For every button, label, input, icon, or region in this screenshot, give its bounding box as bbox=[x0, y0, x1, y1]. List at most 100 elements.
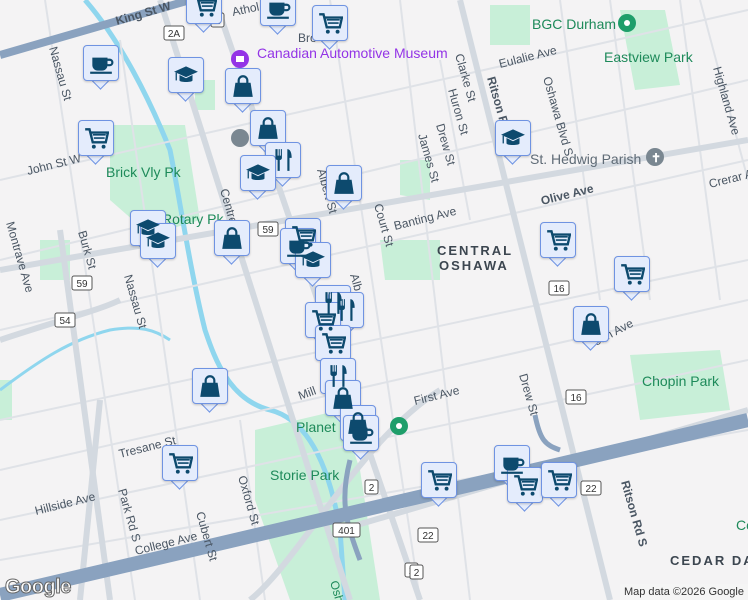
coffee-icon bbox=[350, 427, 374, 444]
cart-marker[interactable] bbox=[507, 467, 543, 513]
bag-marker[interactable] bbox=[326, 165, 362, 211]
street-label: Nassau St bbox=[46, 45, 75, 103]
bag-marker[interactable] bbox=[573, 306, 609, 352]
bag-marker[interactable] bbox=[225, 68, 261, 114]
cart-icon bbox=[169, 453, 193, 474]
marker-box bbox=[326, 165, 362, 201]
route-shield-label: 59 bbox=[262, 225, 274, 236]
landmark-icon[interactable] bbox=[231, 129, 249, 147]
marker-box bbox=[343, 415, 379, 451]
marker-box bbox=[162, 445, 198, 481]
park-label: Chopin Park bbox=[642, 373, 720, 389]
map-attribution[interactable]: Map data ©2026 Google bbox=[619, 584, 748, 600]
cart-marker[interactable] bbox=[312, 5, 348, 51]
church-label[interactable]: St. Hedwig Parish bbox=[530, 151, 641, 167]
school-marker[interactable] bbox=[295, 242, 331, 288]
ramp bbox=[532, 414, 561, 453]
cart-icon bbox=[547, 230, 571, 251]
cart-icon bbox=[322, 333, 346, 354]
route-shield: 2A bbox=[163, 25, 185, 41]
school-marker[interactable] bbox=[495, 120, 531, 166]
coffee-marker[interactable] bbox=[260, 0, 296, 36]
cart-icon bbox=[514, 475, 538, 496]
street-label: Drew St bbox=[516, 372, 541, 418]
street-label: Highland Ave bbox=[710, 65, 743, 137]
pin-dot bbox=[624, 20, 630, 26]
route-shield-label: 2 bbox=[414, 568, 420, 579]
marker-box bbox=[192, 368, 228, 404]
park-label: Eastview Park bbox=[604, 49, 694, 65]
bag-marker[interactable] bbox=[192, 368, 228, 414]
marker-box bbox=[78, 120, 114, 156]
cart-marker[interactable] bbox=[162, 445, 198, 491]
coffee-marker[interactable] bbox=[343, 415, 379, 461]
bag-marker[interactable] bbox=[214, 220, 250, 266]
route-shield-label: 2A bbox=[168, 29, 181, 40]
restaurant-icon bbox=[338, 299, 355, 321]
marker-box bbox=[83, 45, 119, 81]
cart-icon bbox=[196, 0, 217, 17]
marker-box bbox=[260, 0, 296, 26]
school-icon bbox=[301, 251, 325, 268]
pin-dot bbox=[396, 423, 402, 429]
route-shield-label: 54 bbox=[59, 316, 71, 327]
school-icon bbox=[174, 66, 198, 83]
street-label: Mill bbox=[296, 384, 318, 403]
bgc-durham-label[interactable]: BGC Durham bbox=[532, 16, 616, 32]
route-shield-label: 59 bbox=[76, 279, 88, 290]
route-shield: 16 bbox=[548, 280, 570, 296]
cart-icon bbox=[621, 264, 645, 285]
marker-box bbox=[312, 5, 348, 41]
marker-box bbox=[573, 306, 609, 342]
cart-marker[interactable] bbox=[421, 462, 457, 508]
district-label: OSHAWA bbox=[439, 258, 509, 273]
street-label: Burk St bbox=[75, 229, 99, 271]
school-marker[interactable] bbox=[168, 57, 204, 103]
school-icon bbox=[146, 232, 170, 249]
school-marker[interactable] bbox=[240, 155, 276, 201]
marker-box bbox=[295, 242, 331, 278]
coffee-icon bbox=[90, 57, 114, 74]
street-label: John St W bbox=[25, 151, 83, 178]
route-shield-label: 22 bbox=[585, 484, 597, 495]
street-label: Park Rd S bbox=[115, 487, 144, 543]
route-shield-label: 16 bbox=[553, 284, 565, 295]
route-shield: 2 bbox=[409, 564, 424, 580]
school-icon bbox=[246, 164, 270, 181]
bag-icon bbox=[581, 313, 601, 335]
district-label: CENTRAL bbox=[437, 243, 513, 258]
marker-box bbox=[507, 467, 543, 503]
bag-icon bbox=[222, 227, 242, 249]
bag-icon bbox=[200, 375, 220, 397]
street-label: King St W bbox=[114, 0, 173, 28]
cart-icon bbox=[428, 470, 452, 491]
park-label: Co bbox=[736, 517, 748, 533]
cart-icon bbox=[548, 470, 572, 491]
route-shield-label: 2 bbox=[369, 483, 375, 494]
coffee-icon bbox=[267, 2, 291, 19]
marker-box bbox=[540, 222, 576, 258]
marker-box bbox=[168, 57, 204, 93]
route-shield: 2 bbox=[364, 479, 379, 495]
marker-box bbox=[140, 223, 176, 259]
museum-label[interactable]: Canadian Automotive Museum bbox=[257, 45, 448, 61]
cart-marker[interactable] bbox=[186, 0, 222, 34]
school-marker[interactable] bbox=[140, 223, 176, 269]
cart-marker[interactable] bbox=[540, 222, 576, 268]
marker-box bbox=[315, 325, 351, 361]
coffee-marker[interactable] bbox=[83, 45, 119, 91]
route-shield-label: 16 bbox=[570, 393, 582, 404]
route-shield: 16 bbox=[565, 389, 587, 405]
restaurant-icon bbox=[275, 149, 292, 171]
marker-box bbox=[250, 110, 286, 146]
cart-marker[interactable] bbox=[614, 256, 650, 302]
district-label: CEDAR DAL bbox=[670, 553, 748, 568]
street-label: First Ave bbox=[412, 383, 461, 408]
park-label: Storie Park bbox=[270, 467, 340, 483]
bag-icon bbox=[258, 117, 278, 139]
bag-icon bbox=[334, 172, 354, 194]
cart-marker[interactable] bbox=[541, 462, 577, 508]
street-label: Eulalie Ave bbox=[497, 43, 558, 71]
cart-marker[interactable] bbox=[78, 120, 114, 166]
route-shield: 22 bbox=[580, 480, 602, 496]
